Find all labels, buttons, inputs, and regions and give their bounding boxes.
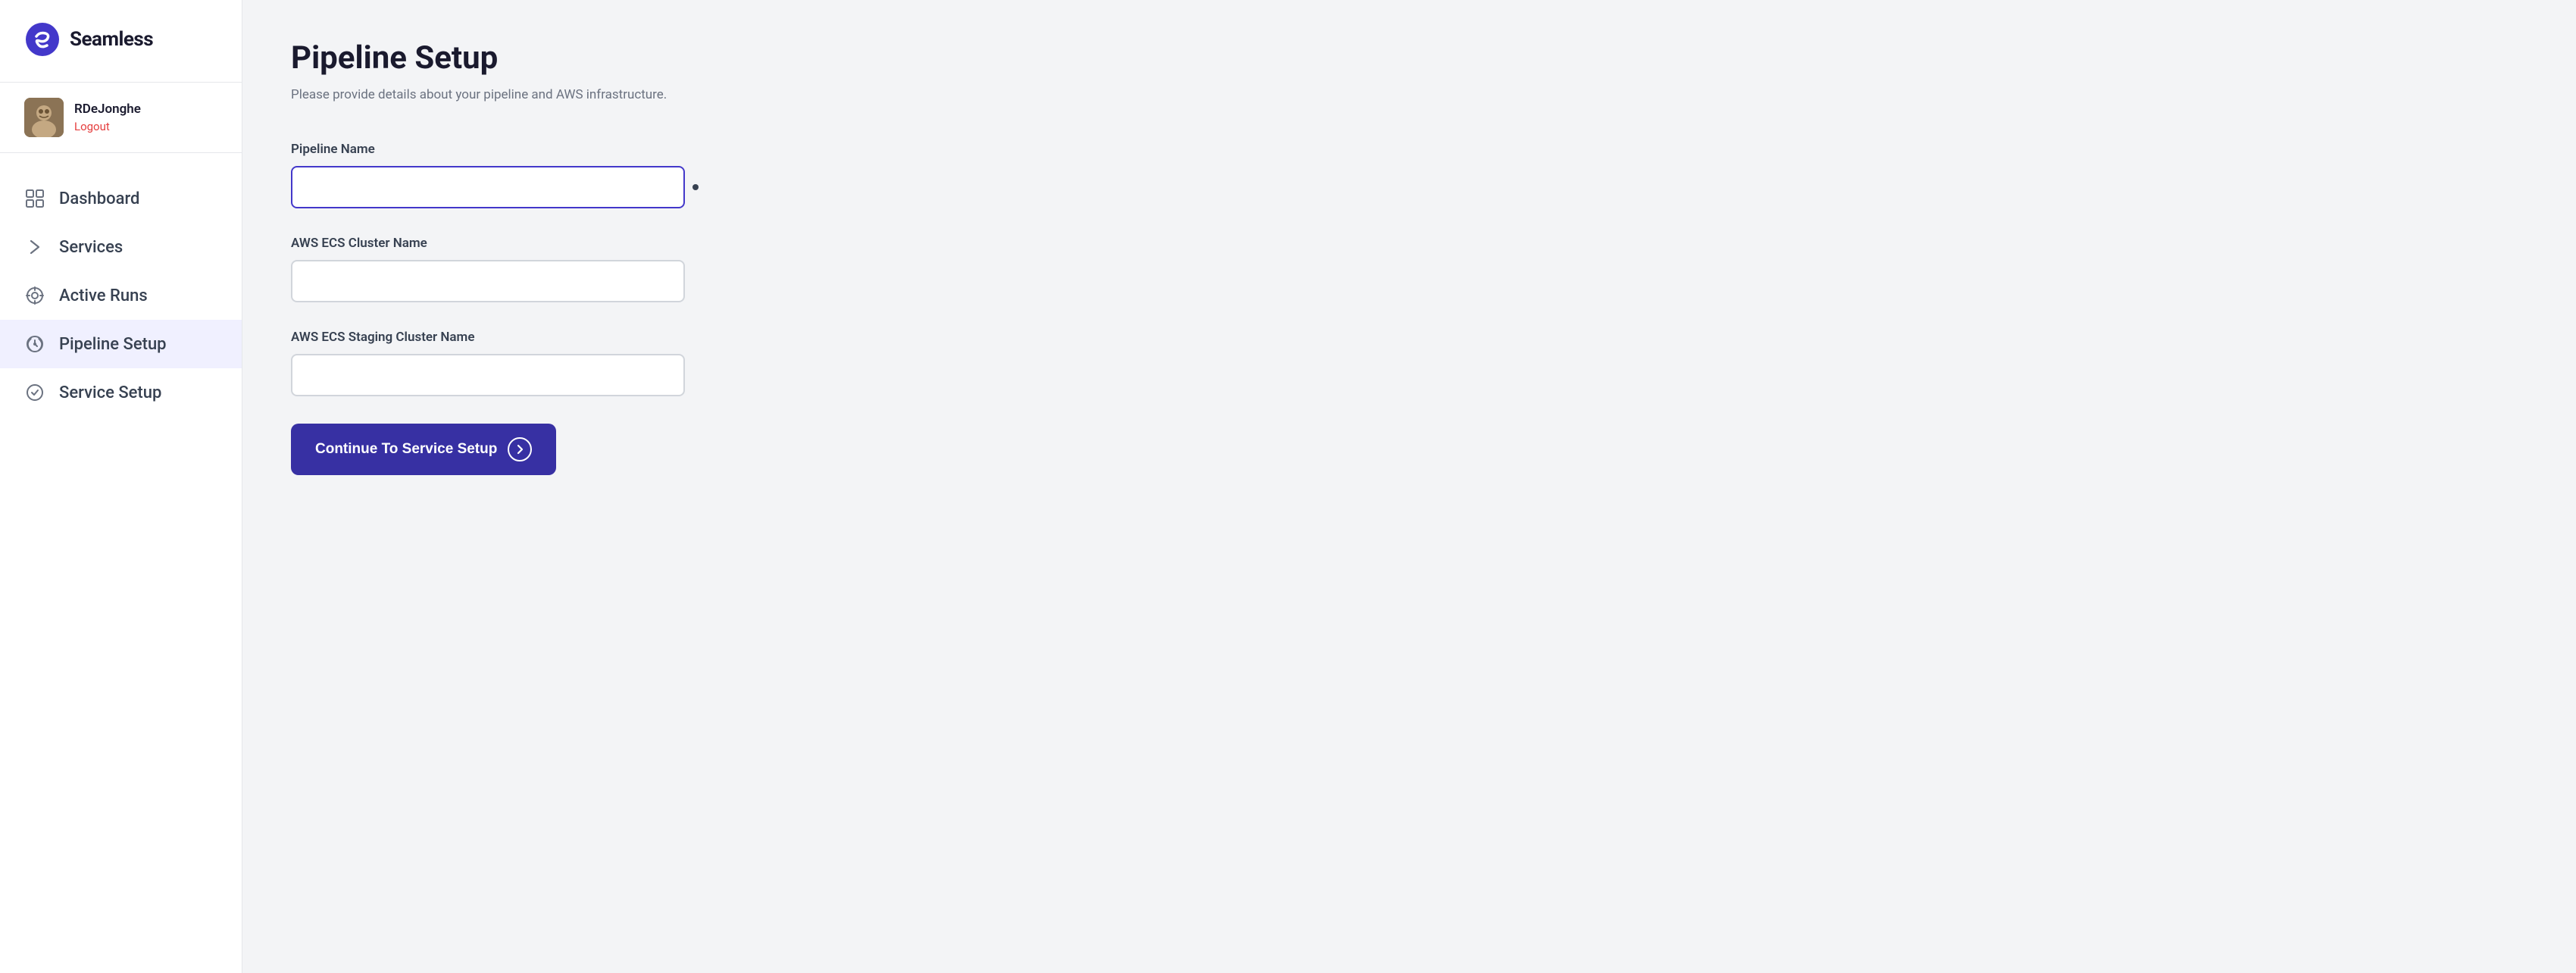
sidebar-item-active-runs[interactable]: Active Runs <box>0 271 242 320</box>
aws-staging-input[interactable] <box>291 354 685 396</box>
pipeline-form: Pipeline Name AWS ECS Cluster Name AWS E… <box>291 142 2528 475</box>
logout-button[interactable]: Logout <box>74 120 141 133</box>
continue-button-label: Continue To Service Setup <box>315 441 497 458</box>
sidebar-item-dashboard[interactable]: Dashboard <box>0 174 242 223</box>
user-info: RDeJonghe Logout <box>74 102 141 133</box>
arrow-right-circle-icon <box>508 437 532 461</box>
sidebar-item-services-label: Services <box>59 238 123 257</box>
services-icon <box>24 236 45 258</box>
page-subtitle: Please provide details about your pipeli… <box>291 87 2528 102</box>
user-section: RDeJonghe Logout <box>0 82 242 153</box>
sidebar-item-services[interactable]: Services <box>0 223 242 271</box>
pipeline-setup-icon <box>24 333 45 355</box>
active-runs-icon <box>24 285 45 306</box>
aws-cluster-group: AWS ECS Cluster Name <box>291 236 2528 302</box>
page-title: Pipeline Setup <box>291 39 2528 77</box>
dashboard-icon <box>24 188 45 209</box>
sidebar: Seamless RDeJonghe Logout <box>0 0 242 973</box>
pipeline-name-group: Pipeline Name <box>291 142 2528 208</box>
app-name: Seamless <box>70 28 153 51</box>
avatar <box>24 98 64 137</box>
pipeline-name-input-wrapper <box>291 166 2528 208</box>
sidebar-item-service-setup-label: Service Setup <box>59 383 161 402</box>
sidebar-item-service-setup[interactable]: Service Setup <box>0 368 242 417</box>
pipeline-name-label: Pipeline Name <box>291 142 2528 157</box>
service-setup-icon <box>24 382 45 403</box>
sidebar-nav: Dashboard Services Active <box>0 153 242 973</box>
sidebar-item-active-runs-label: Active Runs <box>59 286 148 305</box>
aws-staging-group: AWS ECS Staging Cluster Name <box>291 330 2528 396</box>
sidebar-item-pipeline-setup[interactable]: Pipeline Setup <box>0 320 242 368</box>
aws-cluster-input[interactable] <box>291 260 685 302</box>
username: RDeJonghe <box>74 102 141 117</box>
aws-staging-label: AWS ECS Staging Cluster Name <box>291 330 2528 345</box>
continue-to-service-setup-button[interactable]: Continue To Service Setup <box>291 424 556 475</box>
aws-cluster-label: AWS ECS Cluster Name <box>291 236 2528 251</box>
sidebar-item-dashboard-label: Dashboard <box>59 189 139 208</box>
pipeline-name-input[interactable] <box>291 166 685 208</box>
pipeline-name-indicator <box>692 184 699 190</box>
sidebar-item-pipeline-setup-label: Pipeline Setup <box>59 335 167 354</box>
logo-area: Seamless <box>0 21 242 82</box>
main-content: Pipeline Setup Please provide details ab… <box>242 0 2576 973</box>
seamless-logo-icon <box>24 21 61 58</box>
